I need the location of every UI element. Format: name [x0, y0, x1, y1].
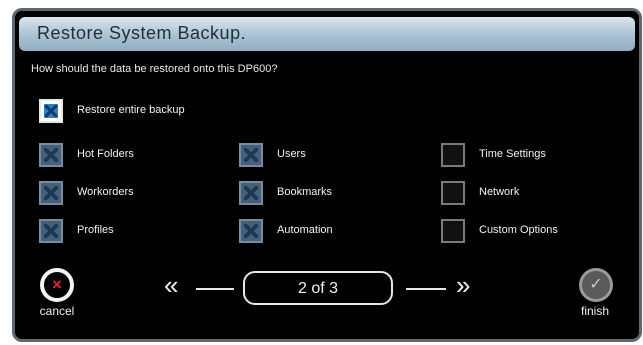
custom-options-label: Custom Options [479, 224, 558, 236]
x-circle-icon[interactable]: × [40, 268, 74, 302]
automation-label: Automation [277, 224, 333, 236]
double-chevron-left-icon[interactable]: « [164, 272, 178, 298]
checkbox-checked-icon[interactable] [239, 219, 263, 243]
check-circle-icon[interactable]: ✓ [579, 268, 613, 302]
cancel-label: cancel [39, 304, 75, 318]
checkbox-unchecked-icon[interactable] [441, 143, 465, 167]
checkbox-checked-icon[interactable] [239, 181, 263, 205]
double-chevron-right-icon[interactable]: » [456, 272, 470, 298]
divider-line [196, 288, 234, 290]
network-label: Network [479, 186, 520, 198]
finish-button[interactable]: ✓ finish [572, 266, 618, 320]
finish-label: finish [580, 304, 609, 318]
hot-folders-label: Hot Folders [77, 148, 134, 160]
profiles-label: Profiles [77, 224, 114, 236]
dialog-title: Restore System Backup. [37, 23, 247, 43]
page-indicator: 2 of 3 [243, 271, 393, 305]
checkbox-unchecked-icon[interactable] [441, 181, 465, 205]
title-bar: Restore System Backup. [19, 17, 635, 51]
checkbox-checked-icon[interactable] [39, 181, 63, 205]
page-number: 2 of 3 [297, 280, 339, 297]
checkbox-unchecked-icon[interactable] [441, 219, 465, 243]
checkbox-checked-icon[interactable] [239, 143, 263, 167]
checkbox-checked-icon[interactable] [39, 143, 63, 167]
divider-line [406, 288, 446, 290]
restore-entire-label: Restore entire backup [77, 104, 185, 116]
time-settings-label: Time Settings [479, 148, 546, 160]
cancel-button[interactable]: × cancel [32, 268, 82, 320]
users-label: Users [277, 148, 306, 160]
dialog-prompt: How should the data be restored onto thi… [31, 63, 278, 75]
checkbox-checked-icon[interactable] [39, 99, 63, 123]
checkbox-checked-icon[interactable] [39, 219, 63, 243]
bookmarks-label: Bookmarks [277, 186, 333, 198]
workorders-label: Workorders [77, 186, 134, 198]
